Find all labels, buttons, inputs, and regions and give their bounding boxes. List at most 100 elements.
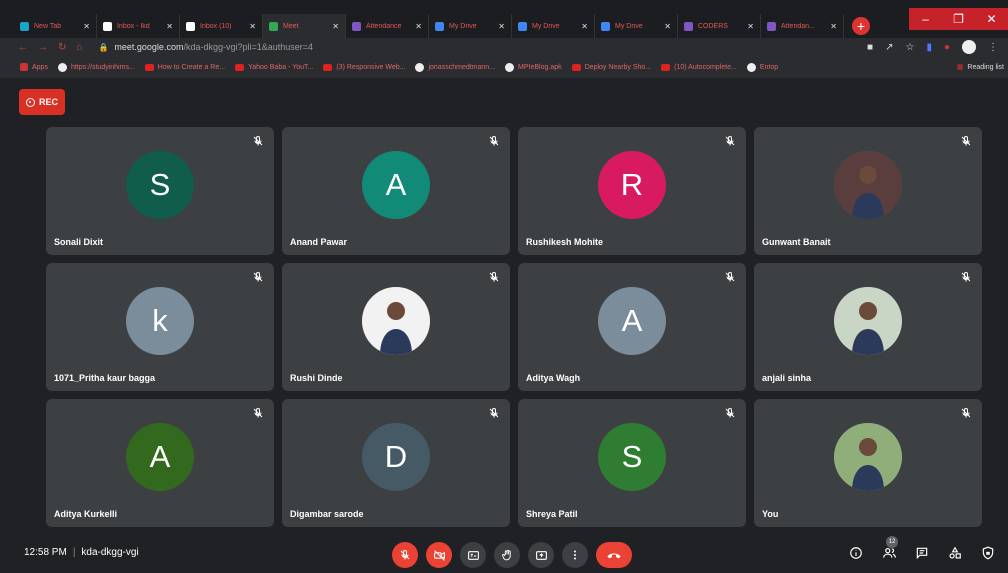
tab-close-icon[interactable]: ✕ [249,22,256,31]
participant-tile[interactable]: S Shreya Patil [518,399,746,527]
puzzle-icon[interactable]: ● [944,42,950,53]
tab-label: New Tab [34,22,62,30]
tab-close-icon[interactable]: ✕ [332,22,339,31]
browser-tab[interactable]: CODERS ✕ [678,14,761,38]
bookmark-label: Yahoo Baba - YouT... [248,63,314,71]
bookmark-item[interactable]: (3) Responsive Web... [323,63,406,71]
host-controls-button[interactable] [980,545,996,561]
participant-name: Shreya Patil [526,509,578,519]
tab-close-icon[interactable]: ✕ [581,22,588,31]
bookmark-label: (10) Autocomplete... [674,63,737,71]
participant-name: Rushi Dinde [290,373,343,383]
tab-label: Inbox (10) [200,22,232,30]
mic-muted-icon [489,407,499,418]
tab-favicon-icon [684,21,693,31]
meeting-side-controls: 12 [848,536,996,561]
participant-photo [834,423,902,491]
home-icon[interactable]: ⌂ [76,42,82,53]
participant-tile[interactable]: anjali sinha [754,263,982,391]
meeting-info: 12:58 PM | kda-dkgg-vgi [24,547,139,558]
maximize-button[interactable]: ❐ [942,8,975,30]
participant-tile[interactable]: A Aditya Wagh [518,263,746,391]
browser-tab[interactable]: New Tab ✕ [14,14,97,38]
meeting-details-button[interactable] [848,545,864,561]
participant-tile[interactable]: R Rushikesh Mohite [518,127,746,255]
participant-tile[interactable]: Gunwant Banait [754,127,982,255]
activities-button[interactable] [947,545,963,561]
present-screen-button[interactable] [528,542,554,568]
address-bar-actions: ■ ↗ ☆ ▮ ● ⋮ [867,40,998,54]
youtube-icon [235,63,245,71]
participant-name: Digambar sarode [290,509,364,519]
forward-icon[interactable]: → [38,42,48,53]
raise-hand-button[interactable] [494,542,520,568]
tab-close-icon[interactable]: ✕ [830,22,837,31]
bookmark-item[interactable]: Entop [746,62,778,72]
participant-photo [834,287,902,355]
reading-list[interactable]: ▦ Reading list [948,56,1008,78]
captions-button[interactable] [460,542,486,568]
people-count-badge: 12 [886,536,898,548]
new-tab-button[interactable]: + [852,17,870,35]
participant-name: Sonali Dixit [54,237,104,247]
bookmark-item[interactable]: Apps [20,63,48,71]
url-field[interactable]: 🔒 meet.google.com/kda-dkgg-vgi?pli=1&aut… [98,42,313,52]
participant-tile[interactable]: k 1071_Pritha kaur bagga [46,263,274,391]
browser-tab[interactable]: My Drive ✕ [429,14,512,38]
profile-avatar[interactable] [962,40,976,54]
reload-icon[interactable]: ↻ [58,42,66,53]
minimize-button[interactable]: – [909,8,942,30]
record-icon [25,97,35,107]
participant-name: Gunwant Banait [762,237,831,247]
participant-tile[interactable]: You [754,399,982,527]
menu-icon[interactable]: ⋮ [988,42,998,53]
info-icon [850,547,862,559]
browser-tab[interactable]: Attendance ✕ [346,14,429,38]
participant-tile[interactable]: A Aditya Kurkelli [46,399,274,527]
browser-tab[interactable]: Attendan... ✕ [761,14,844,38]
tab-close-icon[interactable]: ✕ [83,22,90,31]
extension-icon[interactable]: ▮ [926,42,932,53]
back-icon[interactable]: ← [18,42,28,53]
tab-close-icon[interactable]: ✕ [498,22,505,31]
participant-tile[interactable]: D Digambar sarode [282,399,510,527]
tab-close-icon[interactable]: ✕ [747,22,754,31]
tab-close-icon[interactable]: ✕ [415,22,422,31]
bookmark-item[interactable]: jonasschmedtmann... [415,62,495,72]
camera-toggle-button[interactable] [426,542,452,568]
tab-favicon-icon [103,21,112,31]
bookmark-item[interactable]: MPIeBlog.apk [505,62,562,72]
camera-icon[interactable]: ■ [867,42,873,53]
tab-close-icon[interactable]: ✕ [166,22,173,31]
browser-tab[interactable]: Inbox - Ikd ✕ [97,14,180,38]
participant-tile[interactable]: Rushi Dinde [282,263,510,391]
microphone-toggle-button[interactable] [392,542,418,568]
chat-button[interactable] [914,545,930,561]
bookmark-item[interactable]: Deploy Nearby Sho... [571,63,651,71]
tab-close-icon[interactable]: ✕ [664,22,671,31]
participant-avatar: A [126,423,194,491]
share-icon[interactable]: ↗ [885,42,893,53]
mic-muted-icon [489,271,499,282]
participant-tile[interactable]: S Sonali Dixit [46,127,274,255]
recording-badge[interactable]: REC [19,89,65,115]
star-icon[interactable]: ☆ [905,42,914,53]
close-window-button[interactable]: ✕ [975,8,1008,30]
bookmark-item[interactable]: https://studyinhims... [57,62,135,72]
mic-muted-icon [489,135,499,146]
leave-call-button[interactable] [596,542,632,568]
browser-tab[interactable]: Meet ✕ [263,14,346,38]
people-button[interactable]: 12 [881,536,898,561]
more-options-button[interactable] [562,542,588,568]
bookmark-item[interactable]: Yahoo Baba - YouT... [235,63,314,71]
participant-avatar: R [598,151,666,219]
mic-muted-icon [961,135,971,146]
github-icon [415,62,425,72]
bookmark-item[interactable]: How to Create a Re... [144,63,225,71]
bookmark-item[interactable]: (10) Autocomplete... [661,63,737,71]
participant-tile[interactable]: A Anand Pawar [282,127,510,255]
browser-tab[interactable]: Inbox (10) ✕ [180,14,263,38]
browser-tab[interactable]: My Drive ✕ [595,14,678,38]
browser-tab[interactable]: My Drive ✕ [512,14,595,38]
bookmark-label: (3) Responsive Web... [336,63,406,71]
